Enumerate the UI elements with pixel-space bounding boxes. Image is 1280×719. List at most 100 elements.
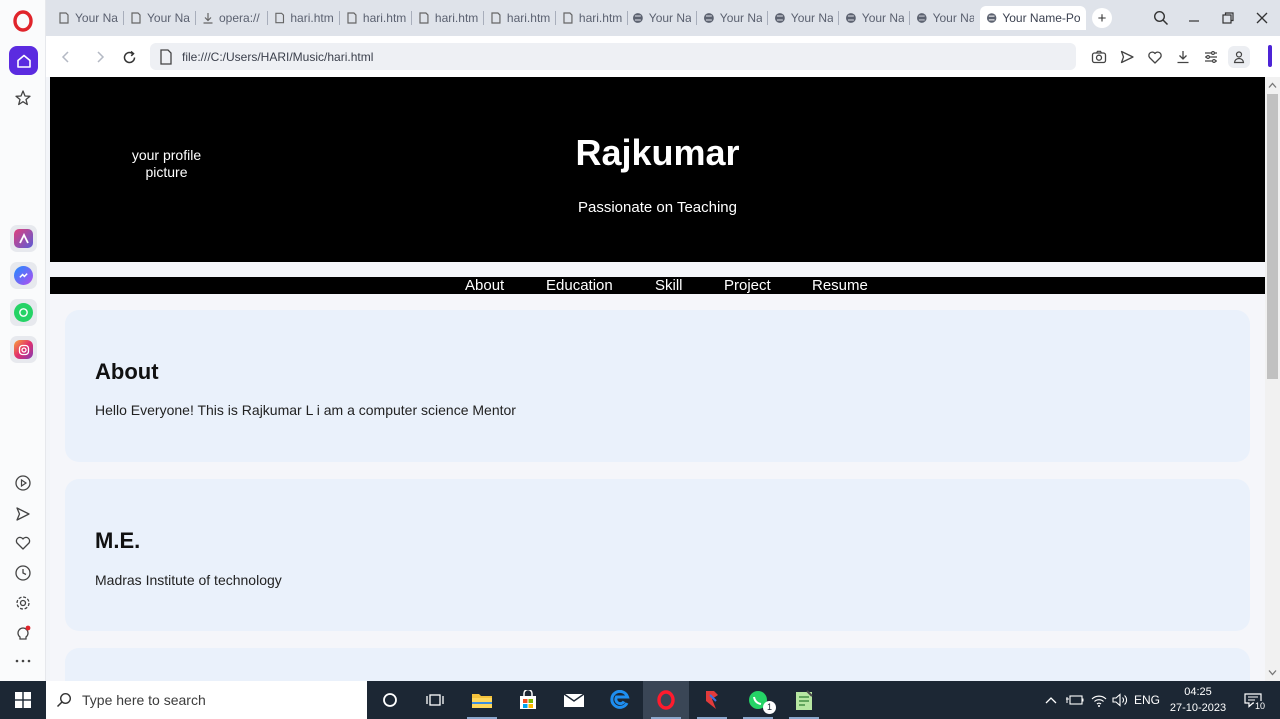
settings-gear-icon[interactable] xyxy=(12,592,34,614)
tab-8[interactable]: Your Na xyxy=(626,6,697,30)
restore-button[interactable] xyxy=(1217,8,1239,28)
show-hidden-icons-button[interactable] xyxy=(1043,681,1059,719)
tab-7[interactable]: hari.htm xyxy=(556,6,628,30)
tab-5[interactable]: hari.htm xyxy=(412,6,484,30)
nav-link-about[interactable]: About xyxy=(465,277,504,294)
scroll-down-arrow-icon[interactable] xyxy=(1268,668,1277,677)
aria-app-icon[interactable] xyxy=(10,225,37,252)
page-icon xyxy=(131,12,141,24)
page-nav: About Education Skill Project Resume xyxy=(50,277,1265,294)
notification-count: 10 xyxy=(1254,701,1267,711)
send-to-flow-button[interactable] xyxy=(1116,46,1138,68)
scroll-up-arrow-icon[interactable] xyxy=(1268,81,1277,90)
page-icon xyxy=(275,12,285,24)
whatsapp-icon[interactable] xyxy=(10,299,37,326)
tab-label: Your Na xyxy=(648,11,691,25)
snapshot-button[interactable] xyxy=(1088,46,1110,68)
nav-link-resume[interactable]: Resume xyxy=(812,277,868,294)
back-button[interactable] xyxy=(55,46,77,68)
history-icon[interactable] xyxy=(12,562,34,584)
tab-9[interactable]: Your Na xyxy=(697,6,768,30)
tab-6[interactable]: hari.htm xyxy=(484,6,556,30)
cortana-button[interactable] xyxy=(367,681,413,719)
microsoft-store-button[interactable] xyxy=(505,681,551,719)
tab-4[interactable]: hari.htm xyxy=(340,6,412,30)
volume-control[interactable] xyxy=(1110,681,1130,719)
reload-icon xyxy=(123,50,135,63)
nav-link-project[interactable]: Project xyxy=(724,277,771,294)
lightbulb-icon[interactable] xyxy=(12,623,34,645)
tab-3[interactable]: hari.html xyxy=(268,6,340,30)
home-button[interactable] xyxy=(9,46,38,75)
hero-tagline: Passionate on Teaching xyxy=(577,199,737,216)
network-status[interactable] xyxy=(1089,681,1109,719)
opera-logo-icon xyxy=(657,690,675,710)
minimize-icon xyxy=(1189,20,1199,22)
battery-status[interactable] xyxy=(1065,681,1085,719)
reload-button[interactable] xyxy=(118,46,140,68)
mail-button[interactable] xyxy=(551,681,597,719)
more-options-icon[interactable] xyxy=(12,650,34,672)
url-text[interactable]: file:///C:/Users/HARI/Music/hari.html xyxy=(182,50,373,64)
whatsapp-taskbar-button[interactable]: 1 xyxy=(735,681,781,719)
edge-browser-icon xyxy=(610,690,630,709)
heart-icon[interactable] xyxy=(12,532,34,554)
clock-date: 27-10-2023 xyxy=(1169,702,1227,714)
globe-icon xyxy=(845,13,856,23)
system-clock[interactable]: 04:25 27-10-2023 xyxy=(1163,684,1233,716)
input-language[interactable]: ENG xyxy=(1133,681,1161,719)
page-viewport: your profile picture Rajkumar Passionate… xyxy=(50,77,1265,681)
send-icon[interactable] xyxy=(12,503,34,525)
tab-search-button[interactable] xyxy=(1150,8,1172,28)
notepad-icon xyxy=(796,690,813,710)
edge-button[interactable] xyxy=(597,681,643,719)
player-icon[interactable] xyxy=(12,472,34,494)
hero-name: Rajkumar xyxy=(575,132,740,173)
tab-label: hari.htm xyxy=(434,11,478,25)
tab-11[interactable]: Your Na xyxy=(839,6,910,30)
instagram-icon[interactable] xyxy=(10,336,37,363)
pinboards-button[interactable] xyxy=(1144,46,1166,68)
new-tab-button[interactable]: + xyxy=(1092,8,1112,28)
notepad-taskbar-button[interactable] xyxy=(781,681,827,719)
downloads-button[interactable] xyxy=(1172,46,1194,68)
messenger-icon[interactable] xyxy=(10,262,37,289)
easy-setup-button[interactable] xyxy=(1200,46,1222,68)
scrollbar-thumb[interactable] xyxy=(1267,94,1278,379)
tab-label: Your Na xyxy=(75,11,118,25)
forward-button[interactable] xyxy=(89,46,111,68)
nav-link-education[interactable]: Education xyxy=(546,277,613,294)
tab-0[interactable]: Your Na xyxy=(52,6,124,30)
app-taskbar-button[interactable] xyxy=(689,681,735,719)
opera-logo-icon[interactable] xyxy=(12,10,34,32)
nav-link-skill[interactable]: Skill xyxy=(655,277,683,294)
tab-label: hari.htm xyxy=(362,11,406,25)
tab-10[interactable]: Your Na xyxy=(768,6,839,30)
opera-taskbar-button[interactable] xyxy=(643,681,689,719)
minimize-button[interactable] xyxy=(1183,8,1205,28)
tab-label: Your Na xyxy=(147,11,190,25)
tab-12[interactable]: Your Na xyxy=(910,6,980,30)
page-icon xyxy=(347,12,357,24)
tab-1[interactable]: Your Na xyxy=(124,6,196,30)
profile-button[interactable] xyxy=(1228,46,1250,68)
sliders-icon xyxy=(1205,51,1217,63)
file-explorer-button[interactable] xyxy=(459,681,505,719)
tab-13-active[interactable]: Your Name-Por xyxy=(980,6,1086,30)
globe-icon xyxy=(632,13,643,23)
close-window-button[interactable] xyxy=(1251,8,1273,28)
globe-icon xyxy=(916,13,927,23)
star-icon[interactable] xyxy=(12,87,34,109)
task-view-button[interactable] xyxy=(412,681,458,719)
address-bar[interactable]: file:///C:/Users/HARI/Music/hari.html xyxy=(150,43,1076,70)
start-button[interactable] xyxy=(0,681,46,719)
page-icon xyxy=(563,12,573,24)
tab-2[interactable]: opera:// xyxy=(196,6,268,30)
taskbar-search-box[interactable]: Type here to search xyxy=(46,681,367,719)
search-icon xyxy=(1153,10,1169,26)
page-scrollbar[interactable] xyxy=(1265,77,1280,681)
app-logo-icon xyxy=(706,691,718,709)
chevron-up-icon xyxy=(1045,697,1057,704)
action-center-button[interactable]: 10 xyxy=(1238,681,1268,719)
mail-envelope-icon xyxy=(563,693,585,707)
